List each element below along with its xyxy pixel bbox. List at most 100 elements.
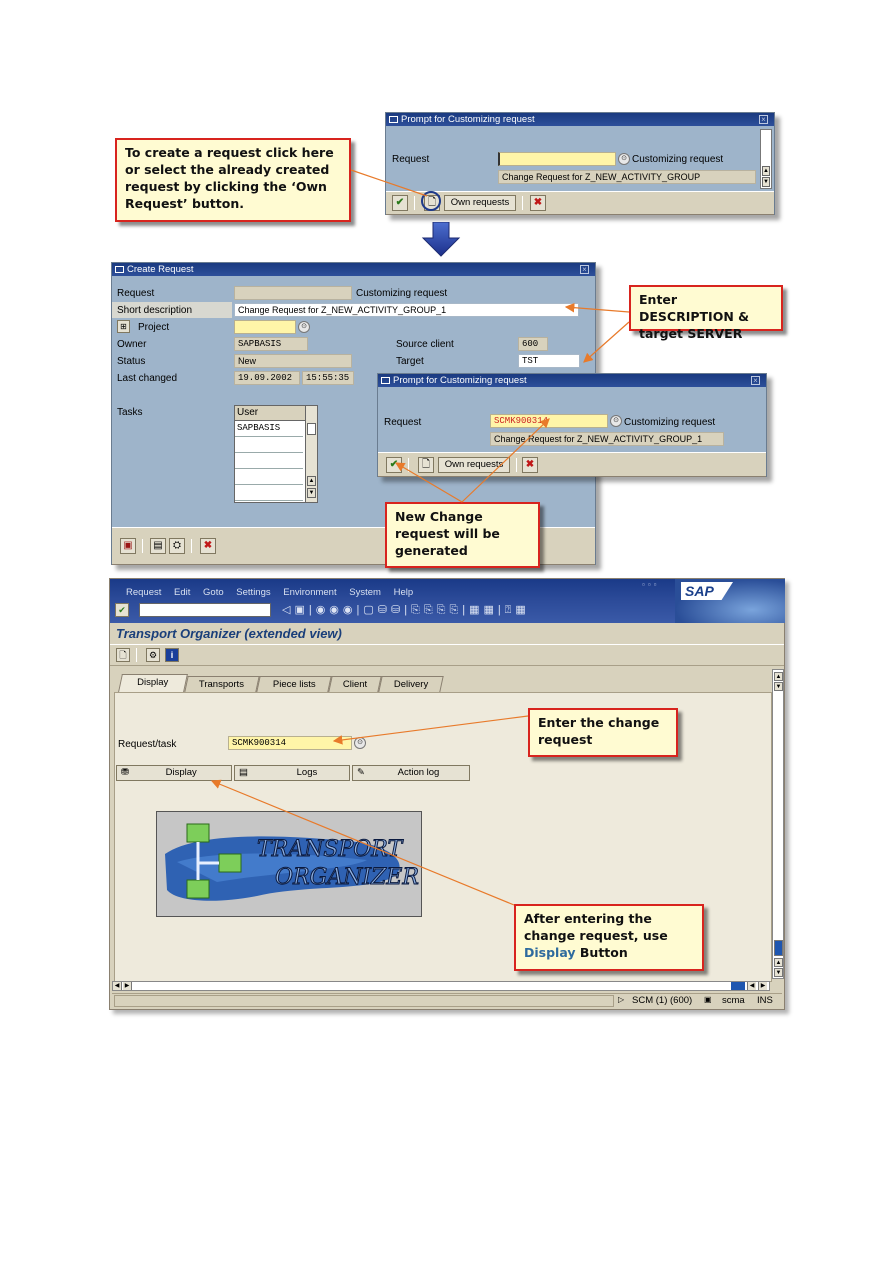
display-button[interactable]: ⛃ Display bbox=[116, 765, 232, 781]
menu-environment[interactable]: Environment bbox=[283, 587, 336, 598]
horizontal-scrollbar[interactable]: ◀ ▶ ◀ ▶ bbox=[112, 981, 770, 991]
confirm-check-icon[interactable]: ✔ bbox=[392, 195, 408, 211]
owner-field: SAPBASIS bbox=[234, 337, 308, 351]
menu-edit[interactable]: Edit bbox=[174, 587, 190, 598]
tab-piece-lists[interactable]: Piece lists bbox=[256, 676, 332, 692]
enter-check-icon[interactable]: ✔ bbox=[115, 603, 129, 617]
customizing-request-label: Customizing request bbox=[356, 288, 448, 299]
task-row[interactable]: SAPBASIS bbox=[235, 421, 303, 437]
dialog-icon bbox=[115, 266, 124, 273]
toolbar-icons[interactable]: ◁▣|◉◉◉|▢⛁⛁|⎘⎘⎘⎘|▦▦|⍰▦ bbox=[282, 603, 530, 617]
search-help-icon[interactable]: ⊙ bbox=[354, 737, 366, 749]
status-bar: ▷ SCM (1) (600) ▣ scma INS bbox=[112, 993, 782, 1008]
customizing-request-label: Customizing request bbox=[624, 417, 716, 428]
task-row[interactable] bbox=[235, 453, 303, 469]
search-help-icon[interactable]: ⊙ bbox=[610, 415, 622, 427]
request-label: Request bbox=[384, 417, 422, 428]
search-help-icon[interactable]: ⊙ bbox=[298, 321, 310, 333]
request-input[interactable]: SCMK900314 bbox=[490, 414, 608, 428]
window-controls[interactable]: ▫▫▫ bbox=[642, 580, 660, 589]
save-icon[interactable]: ▣ bbox=[120, 538, 136, 554]
customizing-request-label: Customizing request bbox=[632, 154, 724, 165]
short-description-input[interactable]: Change Request for Z_NEW_ACTIVITY_GROUP_… bbox=[234, 303, 579, 317]
project-icon[interactable]: ⊞ bbox=[117, 320, 130, 333]
status-field: New bbox=[234, 354, 352, 368]
dialog-title-bar: Prompt for Customizing request × bbox=[386, 113, 774, 126]
search-help-icon[interactable]: ⊙ bbox=[618, 153, 630, 165]
new-document-icon[interactable]: 🗋 bbox=[116, 648, 130, 662]
tasks-header: User bbox=[235, 406, 305, 421]
request-field bbox=[234, 286, 352, 300]
cancel-x-icon[interactable]: ✖ bbox=[522, 457, 538, 473]
callout-enter-request: Enter the change request bbox=[528, 708, 678, 757]
request-description: Change Request for Z_NEW_ACTIVITY_GROUP bbox=[498, 170, 756, 184]
task-row[interactable] bbox=[235, 485, 303, 501]
dialog-title-bar: Prompt for Customizing request × bbox=[378, 374, 766, 387]
close-icon[interactable]: × bbox=[580, 265, 589, 274]
log-icon: ▤ bbox=[239, 767, 248, 778]
target-input[interactable]: TST bbox=[518, 354, 580, 368]
menu-system[interactable]: System bbox=[349, 587, 381, 598]
create-request-icon[interactable]: 🗋 bbox=[418, 457, 434, 473]
menu-request[interactable]: Request bbox=[126, 587, 161, 598]
task-row[interactable] bbox=[235, 437, 303, 453]
dialog-icon bbox=[381, 377, 390, 384]
dialog-title: Prompt for Customizing request bbox=[393, 375, 527, 386]
highlight-circle bbox=[421, 191, 441, 211]
save-local-icon[interactable]: ▤ bbox=[150, 538, 166, 554]
project-label: Project bbox=[138, 322, 170, 333]
tab-delivery[interactable]: Delivery bbox=[378, 676, 444, 692]
task-row[interactable] bbox=[235, 469, 303, 485]
save-transport-icon[interactable]: ⛭ bbox=[169, 538, 185, 554]
status-system: SCM (1) (600) bbox=[632, 995, 693, 1006]
cancel-x-icon[interactable]: ✖ bbox=[200, 538, 216, 554]
status-message-field bbox=[114, 995, 614, 1007]
confirm-check-icon[interactable]: ✔ bbox=[386, 457, 402, 473]
down-arrow-icon bbox=[421, 222, 461, 257]
request-task-label: Request/task bbox=[118, 739, 177, 750]
expand-status-icon[interactable]: ▷ bbox=[618, 995, 624, 1004]
tab-client[interactable]: Client bbox=[328, 676, 382, 692]
project-input[interactable] bbox=[234, 320, 296, 334]
session-icon: ▣ bbox=[704, 995, 712, 1004]
close-icon[interactable]: × bbox=[751, 376, 760, 385]
callout-new-request: New Change request will be generated bbox=[385, 502, 540, 568]
tab-transports[interactable]: Transports bbox=[184, 676, 260, 692]
request-label: Request bbox=[392, 154, 430, 165]
own-requests-button[interactable]: Own requests bbox=[444, 195, 516, 211]
status-host: scma bbox=[722, 995, 745, 1006]
last-changed-time: 15:55:35 bbox=[302, 371, 354, 385]
prompt-dialog-1: Prompt for Customizing request × Request… bbox=[385, 112, 775, 215]
logs-button[interactable]: ▤ Logs bbox=[234, 765, 350, 781]
transport-organizer-graphic: TRANSPORT ORGANIZER bbox=[165, 823, 419, 901]
last-changed-date: 19.09.2002 bbox=[234, 371, 300, 385]
dialog-toolbar: ✔ 🗋 Own requests ✖ bbox=[386, 191, 774, 215]
own-requests-button[interactable]: Own requests bbox=[438, 457, 510, 473]
menu-help[interactable]: Help bbox=[394, 587, 414, 598]
tasks-label: Tasks bbox=[117, 407, 143, 418]
action-log-button[interactable]: ✎ Action log bbox=[352, 765, 470, 781]
prompt-dialog-2: Prompt for Customizing request × Request… bbox=[377, 373, 767, 477]
target-label: Target bbox=[396, 356, 424, 367]
owner-label: Owner bbox=[117, 339, 147, 350]
svg-text:TRANSPORT: TRANSPORT bbox=[257, 837, 404, 862]
request-task-input[interactable]: SCMK900314 bbox=[228, 736, 352, 750]
close-icon[interactable]: × bbox=[759, 115, 768, 124]
pencil-icon: ✎ bbox=[357, 767, 365, 778]
info-icon[interactable]: i bbox=[165, 648, 179, 662]
cancel-x-icon[interactable]: ✖ bbox=[530, 195, 546, 211]
hierarchy-icon[interactable]: ⚙ bbox=[146, 648, 160, 662]
vertical-scrollbar[interactable]: ▲ ▼ ▲ ▼ bbox=[772, 669, 784, 979]
menu-settings[interactable]: Settings bbox=[236, 587, 270, 598]
table-scrollbar[interactable]: ▲ ▼ bbox=[305, 406, 317, 502]
callout-display-button: After entering the change request, use D… bbox=[514, 904, 704, 971]
dialog-toolbar: ✔ 🗋 Own requests ✖ bbox=[378, 452, 766, 477]
dialog-title: Create Request bbox=[127, 264, 194, 275]
tab-display[interactable]: Display bbox=[118, 674, 188, 692]
request-input[interactable] bbox=[498, 152, 616, 166]
standard-toolbar: ✔ ◁▣|◉◉◉|▢⛁⛁|⎘⎘⎘⎘|▦▦|⍰▦ bbox=[110, 599, 675, 623]
scrollbar[interactable]: ▲ ▼ bbox=[760, 129, 772, 189]
menu-goto[interactable]: Goto bbox=[203, 587, 224, 598]
command-field[interactable] bbox=[139, 603, 271, 617]
callout-create-request: To create a request click here or select… bbox=[115, 138, 351, 222]
